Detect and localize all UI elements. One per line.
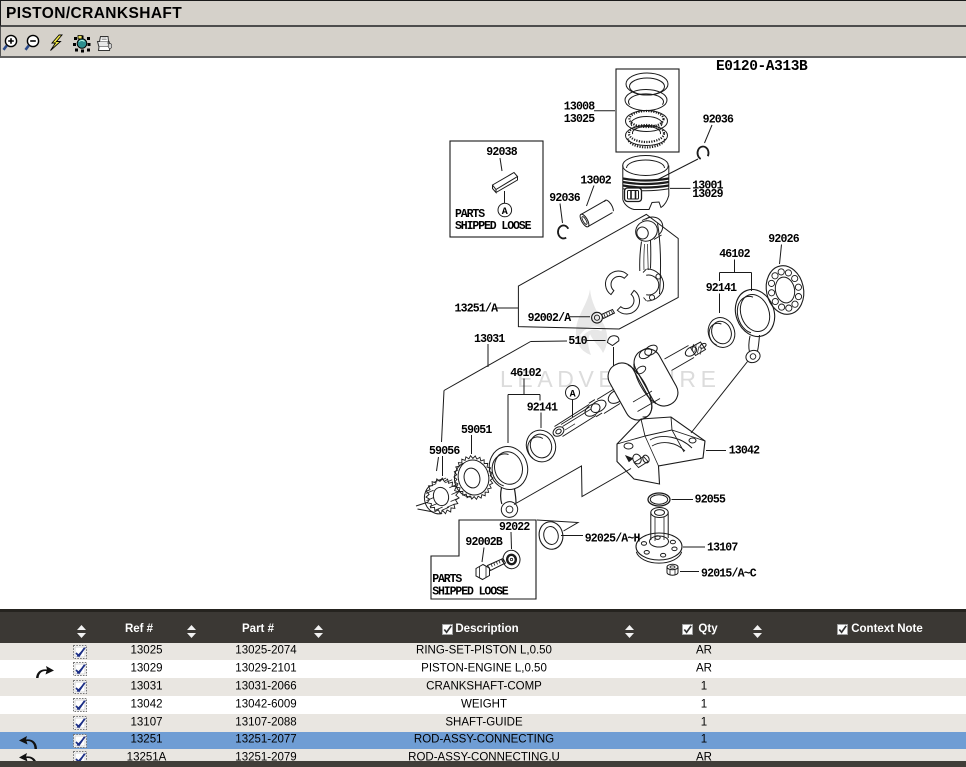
svg-text:92026: 92026 [768,233,799,246]
svg-text:13002: 13002 [580,175,611,188]
svg-text:59056: 59056 [429,445,460,458]
svg-text:92036: 92036 [549,192,580,205]
svg-text:46102: 46102 [510,367,541,380]
svg-text:13107: 13107 [707,542,738,555]
svg-text:92025/A~H: 92025/A~H [585,533,641,546]
svg-text:92055: 92055 [695,494,726,507]
svg-text:PARTS: PARTS [432,573,462,586]
svg-text:92015/A~C: 92015/A~C [701,568,757,581]
svg-text:46102: 46102 [719,248,750,261]
svg-text:13031: 13031 [474,333,505,346]
svg-text:92022: 92022 [499,521,530,534]
svg-text:13025: 13025 [564,113,595,126]
svg-text:13008: 13008 [564,101,595,114]
svg-text:13042: 13042 [729,445,760,458]
svg-text:92038: 92038 [486,146,517,159]
svg-text:59051: 59051 [461,424,492,437]
svg-text:92002/A: 92002/A [528,312,572,325]
svg-text:92141: 92141 [527,402,558,415]
svg-text:92002B: 92002B [465,536,503,549]
svg-text:13251/A: 13251/A [455,303,499,316]
svg-text:92141: 92141 [706,282,737,295]
svg-text:SHIPPED LOOSE: SHIPPED LOOSE [455,220,532,233]
svg-text:E0120-A313B: E0120-A313B [716,59,808,75]
svg-text:A: A [570,389,576,400]
svg-text:A: A [502,207,508,218]
svg-text:13029: 13029 [692,188,723,201]
svg-text:92036: 92036 [703,114,734,127]
svg-text:SHIPPED LOOSE: SHIPPED LOOSE [432,586,509,599]
svg-text:510: 510 [568,335,587,348]
